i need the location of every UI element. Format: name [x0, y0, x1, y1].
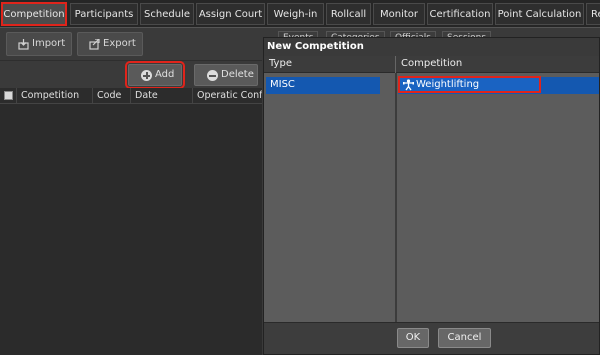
- tab-participants[interactable]: Participants: [70, 3, 138, 25]
- export-icon: [89, 39, 100, 50]
- tab-schedule[interactable]: Schedule: [140, 3, 194, 25]
- tab-overflow[interactable]: Re: [586, 3, 600, 25]
- import-button[interactable]: Import: [6, 32, 72, 56]
- type-row-misc[interactable]: MISC: [266, 77, 380, 94]
- competition-item-weightlifting[interactable]: Weightlifting: [398, 76, 541, 93]
- import-icon: [18, 39, 29, 50]
- add-delete-toolbar: Add Delete: [0, 61, 262, 90]
- tab-weigh-in[interactable]: Weigh-in: [267, 3, 324, 25]
- add-label: Add: [155, 69, 175, 80]
- column-code[interactable]: Code: [92, 88, 130, 104]
- delete-button[interactable]: Delete: [194, 64, 258, 86]
- column-type[interactable]: Type: [264, 56, 395, 73]
- competition-list-panel: Import Export Add Delete Competition Cod…: [0, 29, 262, 355]
- tab-monitor[interactable]: Monitor: [373, 3, 425, 25]
- delete-label: Delete: [221, 69, 254, 80]
- competition-grid-header: Competition Code Date Operatic Config: [0, 88, 262, 104]
- add-button[interactable]: Add: [125, 61, 185, 89]
- cancel-button[interactable]: Cancel: [438, 328, 491, 348]
- tab-competition[interactable]: Competition: [1, 2, 67, 26]
- dialog-footer: OK Cancel: [264, 322, 599, 354]
- ok-button[interactable]: OK: [397, 328, 429, 348]
- weightlifter-icon: [403, 79, 414, 91]
- tab-rollcall[interactable]: Rollcall: [326, 3, 371, 25]
- dialog-title: New Competition: [264, 38, 599, 56]
- competition-row-selected[interactable]: Weightlifting: [398, 76, 599, 94]
- competition-item-label: Weightlifting: [416, 79, 480, 90]
- column-divider: [395, 73, 397, 322]
- dialog-grid-header: Type Competition: [264, 56, 599, 73]
- export-button[interactable]: Export: [77, 32, 143, 56]
- minus-circle-icon: [207, 70, 218, 81]
- import-label: Import: [32, 38, 66, 49]
- column-date[interactable]: Date: [130, 88, 192, 104]
- main-tab-bar: Competition Participants Schedule Assign…: [0, 0, 600, 28]
- tab-point-calculation[interactable]: Point Calculation: [495, 3, 584, 25]
- dialog-grid-body: MISC Weightlifting: [264, 73, 599, 322]
- column-competition-type[interactable]: Competition: [395, 56, 599, 73]
- column-competition[interactable]: Competition: [16, 88, 92, 104]
- import-export-toolbar: Import Export: [0, 29, 262, 61]
- new-competition-dialog: New Competition Type Competition MISC We…: [263, 37, 600, 355]
- plus-circle-icon: [141, 70, 152, 81]
- tab-assign-court[interactable]: Assign Court: [196, 3, 265, 25]
- competition-grid-body: [0, 104, 262, 355]
- tab-certification[interactable]: Certification: [427, 3, 493, 25]
- select-all-checkbox[interactable]: [4, 91, 13, 100]
- column-operatic-config[interactable]: Operatic Config: [192, 88, 262, 104]
- export-label: Export: [103, 38, 136, 49]
